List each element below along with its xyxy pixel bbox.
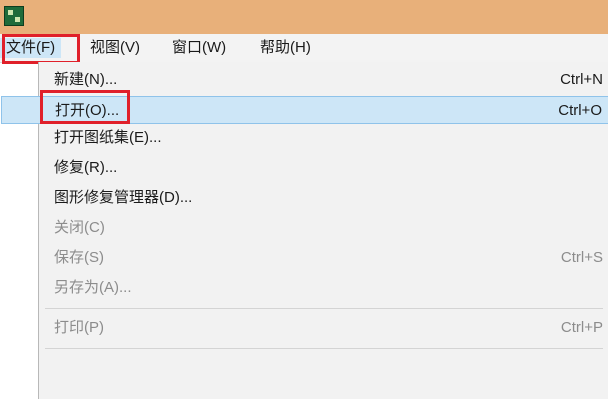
menu-window[interactable]: 窗口(W) bbox=[166, 38, 232, 58]
menu-item-close[interactable]: 关闭(C) bbox=[39, 214, 608, 242]
menu-file[interactable]: 文件(F) bbox=[0, 38, 62, 58]
file-menu-dropdown: 新建(N)... Ctrl+N 打开(O)... Ctrl+O 打开图纸集(E)… bbox=[1, 62, 608, 399]
menu-separator bbox=[45, 348, 603, 349]
menu-item-label: 打开图纸集(E)... bbox=[54, 129, 162, 146]
menu-item-drawing-recovery-manager[interactable]: 图形修复管理器(D)... bbox=[39, 184, 608, 212]
title-bar bbox=[0, 0, 608, 34]
menu-item-shortcut: Ctrl+O bbox=[558, 102, 602, 119]
menu-item-print[interactable]: 打印(P) Ctrl+P bbox=[39, 314, 608, 342]
menu-item-label: 修复(R)... bbox=[54, 159, 118, 176]
menu-separator bbox=[45, 308, 603, 309]
menu-item-open[interactable]: 打开(O)... Ctrl+O bbox=[1, 96, 608, 124]
menu-item-label: 保存(S) bbox=[54, 249, 104, 266]
menu-item-label: 新建(N)... bbox=[54, 71, 118, 88]
menu-item-label: 图形修复管理器(D)... bbox=[54, 189, 193, 206]
app-icon[interactable] bbox=[4, 6, 24, 26]
menu-item-save[interactable]: 保存(S) Ctrl+S bbox=[39, 244, 608, 272]
menu-item-open-sheet-set[interactable]: 打开图纸集(E)... bbox=[39, 124, 608, 152]
menu-bar: 文件(F) 视图(V) 窗口(W) 帮助(H) bbox=[0, 34, 608, 63]
menu-item-shortcut: Ctrl+N bbox=[560, 71, 603, 88]
menu-item-label: 打印(P) bbox=[54, 319, 104, 336]
menu-item-new[interactable]: 新建(N)... Ctrl+N bbox=[39, 66, 608, 94]
menu-item-shortcut: Ctrl+S bbox=[560, 249, 603, 266]
menu-item-shortcut: Ctrl+P bbox=[560, 319, 603, 336]
menu-item-label: 关闭(C) bbox=[54, 219, 105, 236]
menu-view[interactable]: 视图(V) bbox=[84, 38, 146, 58]
menu-item-label: 打开(O)... bbox=[55, 102, 120, 119]
menu-item-repair[interactable]: 修复(R)... bbox=[39, 154, 608, 182]
menu-item-label: 另存为(A)... bbox=[54, 279, 132, 296]
menu-item-save-as[interactable]: 另存为(A)... bbox=[39, 274, 608, 302]
menu-help[interactable]: 帮助(H) bbox=[254, 38, 317, 58]
